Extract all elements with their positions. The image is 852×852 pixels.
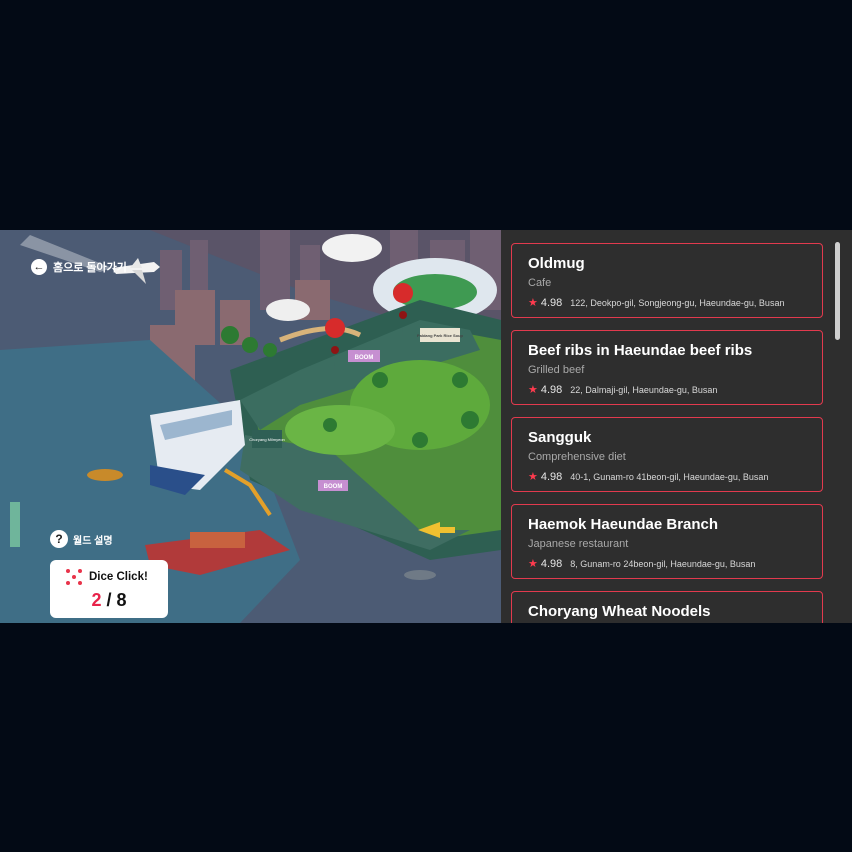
restaurant-card[interactable]: Choryang Wheat Noodels bbox=[511, 591, 823, 623]
restaurant-meta: ★ 4.98 122, Deokpo-gil, Songjeong-gu, Ha… bbox=[528, 296, 785, 310]
restaurant-card[interactable]: Sangguk Comprehensive diet ★ 4.98 40-1, … bbox=[511, 417, 823, 492]
restaurant-rating: 4.98 bbox=[540, 557, 563, 570]
dice-separator: / bbox=[106, 590, 112, 610]
restaurant-address: 22, Dalmaji-gil, Haeundae-gu, Busan bbox=[570, 384, 718, 395]
star-icon: ★ bbox=[528, 384, 538, 396]
restaurant-meta: ★ 4.98 40-1, Gunam-ro 41beon-gil, Haeund… bbox=[528, 470, 769, 484]
board-label-choryang: Choryang Milmyeon bbox=[249, 437, 285, 442]
dice-click-button[interactable]: Dice Click! 2 / 8 bbox=[50, 560, 168, 618]
restaurant-card[interactable]: Haemok Haeundae Branch Japanese restaura… bbox=[511, 504, 823, 579]
dice-label: Dice Click! bbox=[89, 571, 148, 583]
restaurant-name: Haemok Haeundae Branch bbox=[528, 516, 719, 533]
game-board-map[interactable]: BOOM BOOM Paldang Park Rice Soup Choryan… bbox=[0, 230, 501, 623]
restaurant-address: 40-1, Gunam-ro 41beon-gil, Haeundae-gu, … bbox=[570, 471, 769, 482]
restaurant-card[interactable]: Oldmug Cafe ★ 4.98 122, Deokpo-gil, Song… bbox=[511, 243, 823, 318]
restaurant-category: Cafe bbox=[528, 277, 552, 289]
back-home-button[interactable]: ← 홈으로 돌아가기 bbox=[31, 259, 127, 275]
list-scrollbar[interactable] bbox=[835, 242, 840, 340]
restaurant-list-panel[interactable]: Oldmug Cafe ★ 4.98 122, Deokpo-gil, Song… bbox=[501, 230, 852, 623]
board-label-boom-1: BOOM bbox=[355, 355, 374, 361]
board-label-paldang: Paldang Park Rice Soup bbox=[417, 333, 464, 338]
restaurant-card[interactable]: Beef ribs in Haeundae beef ribs Grilled … bbox=[511, 330, 823, 405]
app-frame: BOOM BOOM Paldang Park Rice Soup Choryan… bbox=[0, 230, 852, 623]
restaurant-address: 8, Gunam-ro 24beon-gil, Haeundae-gu, Bus… bbox=[570, 558, 756, 569]
restaurant-rating: 4.98 bbox=[540, 296, 563, 309]
dice-total: 8 bbox=[116, 590, 127, 610]
dice-icon bbox=[66, 569, 82, 585]
star-icon: ★ bbox=[528, 558, 538, 570]
restaurant-meta: ★ 4.98 8, Gunam-ro 24beon-gil, Haeundae-… bbox=[528, 557, 756, 571]
restaurant-meta: ★ 4.98 22, Dalmaji-gil, Haeundae-gu, Bus… bbox=[528, 383, 718, 397]
arrow-left-icon: ← bbox=[31, 259, 47, 275]
restaurant-name: Beef ribs in Haeundae beef ribs bbox=[528, 342, 753, 359]
world-info-label: 월드 설명 bbox=[73, 535, 113, 547]
board-label-boom-2: BOOM bbox=[324, 484, 343, 490]
restaurant-category: Comprehensive diet bbox=[528, 451, 626, 463]
restaurant-name: Sangguk bbox=[528, 429, 592, 446]
restaurant-name: Choryang Wheat Noodels bbox=[528, 603, 711, 620]
dice-counter: 2 / 8 bbox=[50, 590, 168, 611]
restaurant-address: 122, Deokpo-gil, Songjeong-gu, Haeundae-… bbox=[570, 297, 785, 308]
question-icon: ? bbox=[50, 530, 68, 548]
restaurant-rating: 4.98 bbox=[540, 470, 563, 483]
dice-current: 2 bbox=[91, 590, 102, 610]
restaurant-rating: 4.98 bbox=[540, 383, 563, 396]
restaurant-category: Grilled beef bbox=[528, 364, 585, 376]
restaurant-name: Oldmug bbox=[528, 255, 585, 272]
back-home-label: 홈으로 돌아가기 bbox=[53, 262, 127, 274]
dice-header: Dice Click! bbox=[66, 569, 148, 585]
world-info-button[interactable]: ? 월드 설명 bbox=[50, 530, 113, 548]
restaurant-category: Japanese restaurant bbox=[528, 538, 629, 550]
star-icon: ★ bbox=[528, 297, 538, 309]
star-icon: ★ bbox=[528, 471, 538, 483]
